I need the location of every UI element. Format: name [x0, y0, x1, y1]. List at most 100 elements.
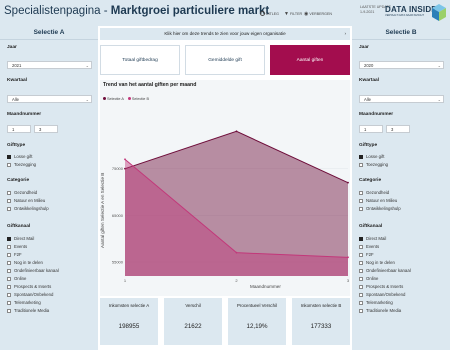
- chevron-down-icon: ⌄: [85, 63, 89, 68]
- kanaal-item[interactable]: Prospects & Inserts: [359, 284, 403, 289]
- kanaal-label: Giftkanaal: [7, 224, 31, 229]
- checkbox[interactable]: [359, 236, 363, 241]
- gifttype-toezegging[interactable]: Toezegging: [359, 162, 388, 167]
- y-tick-label: 75000: [112, 166, 124, 171]
- kanaal-item[interactable]: F2F: [359, 252, 374, 257]
- kanaal-item[interactable]: Nog in te delen: [359, 260, 395, 265]
- kpi-procentueel-verschil: Procentueel Verschil 12,19%: [228, 298, 286, 345]
- eye-off-icon: ◉: [304, 11, 309, 17]
- kpi-inkomsten-a: Inkomsten selectie A 198955: [100, 298, 158, 345]
- chevron-down-icon: ⌄: [437, 63, 441, 68]
- checkbox[interactable]: [7, 198, 11, 203]
- checkbox[interactable]: [359, 284, 363, 289]
- chevron-right-icon: ›: [344, 31, 346, 36]
- checkbox[interactable]: [359, 154, 363, 159]
- kanaal-item[interactable]: Direct Mail: [359, 236, 386, 241]
- checkbox[interactable]: [359, 190, 363, 195]
- checkbox[interactable]: [359, 308, 363, 313]
- checkbox[interactable]: [359, 268, 363, 273]
- kanaal-item[interactable]: Events: [7, 244, 27, 249]
- year-select[interactable]: 2020 ⌄: [359, 61, 444, 69]
- checkbox[interactable]: [7, 206, 11, 211]
- data-point: [235, 130, 238, 133]
- categorie-item[interactable]: Ontwikkelingshulp: [359, 206, 401, 211]
- tab-totaal-giftbedrag[interactable]: Totaal giftbedrag: [100, 45, 180, 75]
- org-trends-banner[interactable]: Klik hier om deze trends te zien voor jo…: [100, 28, 350, 40]
- checkbox[interactable]: [359, 276, 363, 281]
- filter-button[interactable]: ▼ FILTER: [284, 11, 302, 17]
- quarter-select[interactable]: Alle ⌄: [359, 95, 444, 103]
- checkbox[interactable]: [359, 260, 363, 265]
- checkbox[interactable]: [359, 206, 363, 211]
- month-to-input[interactable]: 3: [386, 125, 410, 133]
- quarter-label: Kwartaal: [7, 78, 27, 83]
- gifttype-losse-gift[interactable]: Losse gift: [359, 154, 384, 159]
- kanaal-item[interactable]: F2F: [7, 252, 22, 257]
- categorie-item[interactable]: Gezondheid: [7, 190, 37, 195]
- kanaal-item[interactable]: Telemarketing: [7, 300, 41, 305]
- categorie-item[interactable]: Gezondheid: [359, 190, 389, 195]
- checkbox[interactable]: [359, 252, 363, 257]
- kanaal-item[interactable]: Direct Mail: [7, 236, 34, 241]
- checkbox[interactable]: [7, 162, 11, 167]
- checkbox[interactable]: [359, 292, 363, 297]
- kanaal-item[interactable]: Traditionele Media: [7, 308, 49, 313]
- checkbox[interactable]: [7, 244, 11, 249]
- checkbox[interactable]: [359, 300, 363, 305]
- kanaal-item[interactable]: Prospects & Inserts: [7, 284, 51, 289]
- categorie-item[interactable]: Ontwikkelingshulp: [7, 206, 49, 211]
- categorie-label: Categorie: [7, 178, 30, 183]
- checkbox[interactable]: [7, 276, 11, 281]
- checkbox[interactable]: [7, 308, 11, 313]
- categorie-item[interactable]: Natuur en Milieu: [7, 198, 45, 203]
- uitleg-button[interactable]: UITLEG: [260, 11, 279, 16]
- checkbox[interactable]: [7, 252, 11, 257]
- checkbox[interactable]: [7, 236, 11, 241]
- checkbox[interactable]: [359, 198, 363, 203]
- month-from-input[interactable]: 1: [7, 125, 31, 133]
- tab-aantal-giften[interactable]: Aantal giften: [270, 45, 350, 75]
- checkbox[interactable]: [359, 244, 363, 249]
- gifttype-losse-gift[interactable]: Losse gift: [7, 154, 32, 159]
- checkbox[interactable]: [7, 284, 11, 289]
- panel-heading: Selectie A: [0, 26, 98, 40]
- filter-panel-selectie-b: Selectie B Jaar 2020 ⌄ Kwartaal Alle ⌄ Maa…: [352, 26, 450, 350]
- gifttype-toezegging[interactable]: Toezegging: [7, 162, 36, 167]
- kanaal-item[interactable]: Ondefinieerbaar kanaal: [7, 268, 59, 273]
- quarter-label: Kwartaal: [359, 78, 379, 83]
- checkbox[interactable]: [7, 190, 11, 195]
- quarter-select[interactable]: Alle ⌄: [7, 95, 92, 103]
- gifttype-label: Gifttype: [7, 143, 26, 148]
- checkbox[interactable]: [359, 162, 363, 167]
- kanaal-label: Giftkanaal: [359, 224, 383, 229]
- checkbox[interactable]: [7, 154, 11, 159]
- checkbox[interactable]: [7, 292, 11, 297]
- page-title: Specialistenpagina - Marktgroei particul…: [4, 5, 270, 17]
- tab-gemiddelde-gift[interactable]: Gemiddelde gift: [185, 45, 265, 75]
- kanaal-item[interactable]: Traditionele Media: [359, 308, 401, 313]
- checkbox[interactable]: [7, 300, 11, 305]
- filter-icon: ▼: [284, 11, 289, 17]
- kanaal-item[interactable]: Nog in te delen: [7, 260, 43, 265]
- month-from-input[interactable]: 1: [359, 125, 383, 133]
- kanaal-item[interactable]: Ondefinieerbaar kanaal: [359, 268, 411, 273]
- verbergen-button[interactable]: ◉ VERBERGEN: [304, 11, 332, 17]
- month-label: Maandnummer: [359, 112, 394, 117]
- info-icon: [260, 11, 265, 16]
- month-to-input[interactable]: 3: [34, 125, 58, 133]
- checkbox[interactable]: [7, 260, 11, 265]
- kanaal-item[interactable]: Spontaan/Onbekend: [7, 292, 53, 297]
- header: Specialistenpagina - Marktgroei particul…: [0, 0, 450, 26]
- checkbox[interactable]: [7, 268, 11, 273]
- brand-logo: DATA INSIDE VERTAALT DATA NAAR INZICHT: [385, 5, 437, 17]
- kanaal-item[interactable]: Telemarketing: [359, 300, 393, 305]
- y-tick-label: 65000: [112, 213, 124, 218]
- gifttype-label: Gifttype: [359, 143, 378, 148]
- kanaal-item[interactable]: Events: [359, 244, 379, 249]
- year-select[interactable]: 2021 ⌄: [7, 61, 92, 69]
- kanaal-item[interactable]: Spontaan/Onbekend: [359, 292, 405, 297]
- kpi-verschil: Verschil 21622: [164, 298, 222, 345]
- kanaal-item[interactable]: Online: [359, 276, 378, 281]
- categorie-item[interactable]: Natuur en Milieu: [359, 198, 397, 203]
- kanaal-item[interactable]: Online: [7, 276, 26, 281]
